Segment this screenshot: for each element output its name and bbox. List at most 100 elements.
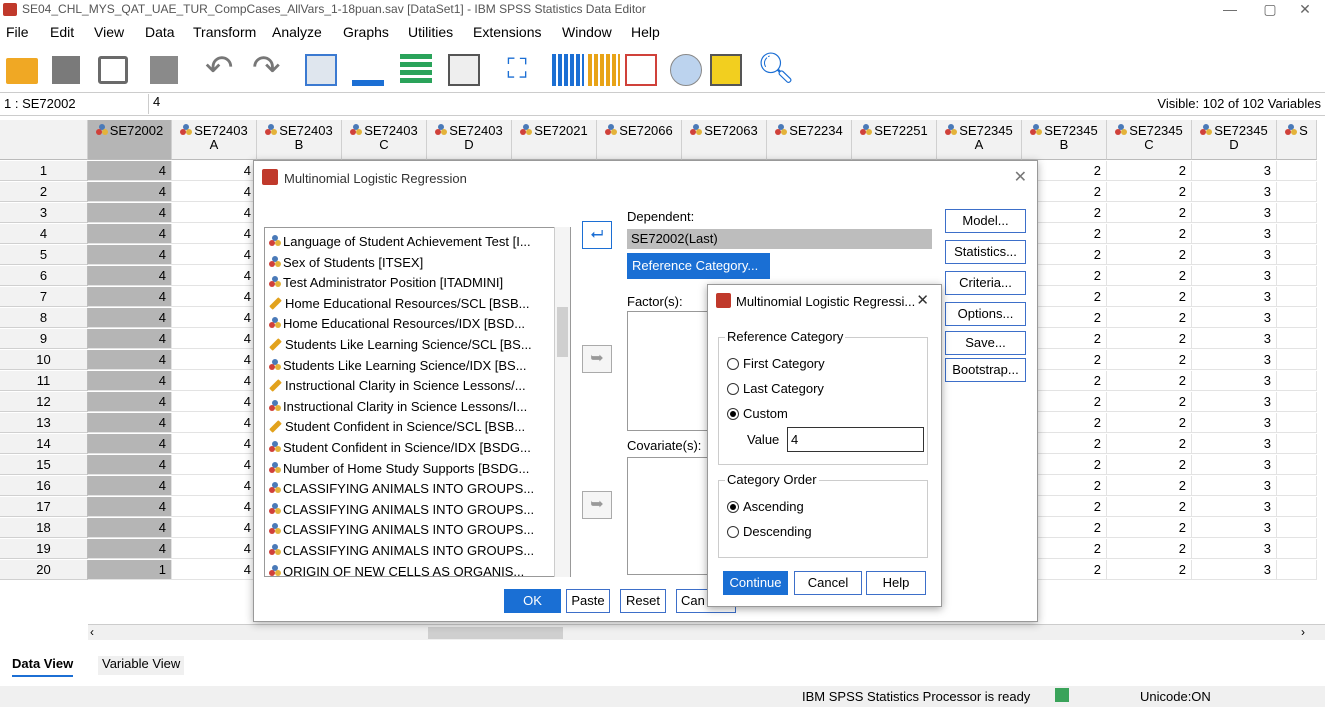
table-cell[interactable] bbox=[1277, 203, 1317, 223]
select-cases-icon[interactable] bbox=[588, 54, 620, 86]
row-header[interactable]: 19 bbox=[0, 539, 88, 559]
table-cell[interactable] bbox=[1277, 329, 1317, 349]
table-cell[interactable]: 2 bbox=[1107, 455, 1192, 475]
minimize-button[interactable]: — bbox=[1210, 0, 1250, 20]
table-cell[interactable]: 2 bbox=[1107, 287, 1192, 307]
custom-value-input[interactable]: 4 bbox=[787, 427, 924, 452]
move-to-covariate-arrow-icon[interactable]: ➥ bbox=[582, 491, 612, 519]
table-cell[interactable]: 4 bbox=[172, 560, 257, 580]
list-item[interactable]: Student Confident in Science/IDX [BSDG..… bbox=[269, 440, 531, 455]
column-header[interactable]: S bbox=[1277, 120, 1317, 160]
row-header[interactable]: 9 bbox=[0, 329, 88, 349]
row-header[interactable]: 2 bbox=[0, 182, 88, 202]
table-cell[interactable]: 4 bbox=[88, 182, 172, 202]
table-cell[interactable]: 4 bbox=[88, 434, 172, 454]
table-cell[interactable] bbox=[1277, 560, 1317, 580]
list-item[interactable]: CLASSIFYING ANIMALS INTO GROUPS... bbox=[269, 543, 534, 558]
menu-analyze[interactable]: Analyze bbox=[272, 24, 322, 40]
table-cell[interactable]: 4 bbox=[88, 287, 172, 307]
menu-utilities[interactable]: Utilities bbox=[408, 24, 453, 40]
table-cell[interactable]: 4 bbox=[172, 266, 257, 286]
list-item[interactable]: CLASSIFYING ANIMALS INTO GROUPS... bbox=[269, 481, 534, 496]
table-cell[interactable]: 3 bbox=[1192, 455, 1277, 475]
table-cell[interactable]: 1 bbox=[88, 560, 172, 580]
table-cell[interactable]: 4 bbox=[172, 308, 257, 328]
table-cell[interactable]: 3 bbox=[1192, 518, 1277, 538]
table-cell[interactable] bbox=[1277, 350, 1317, 370]
table-cell[interactable]: 4 bbox=[172, 329, 257, 349]
table-cell[interactable]: 4 bbox=[172, 434, 257, 454]
list-item[interactable]: Instructional Clarity in Science Lessons… bbox=[269, 378, 526, 393]
column-header[interactable]: SE72403 D bbox=[427, 120, 512, 160]
cell-value-editor[interactable]: 4 bbox=[148, 94, 1138, 114]
redo-icon[interactable]: ↷ bbox=[252, 51, 286, 86]
table-cell[interactable]: 2 bbox=[1107, 182, 1192, 202]
table-cell[interactable] bbox=[1277, 182, 1317, 202]
table-cell[interactable] bbox=[1277, 224, 1317, 244]
table-cell[interactable]: 3 bbox=[1192, 539, 1277, 559]
table-cell[interactable] bbox=[1277, 413, 1317, 433]
table-cell[interactable]: 4 bbox=[172, 350, 257, 370]
row-header[interactable]: 5 bbox=[0, 245, 88, 265]
table-cell[interactable]: 2 bbox=[1107, 539, 1192, 559]
find-binoculars-icon[interactable]: ⛶ bbox=[500, 54, 534, 86]
list-item[interactable]: ORIGIN OF NEW CELLS AS ORGANIS... bbox=[269, 564, 524, 576]
table-cell[interactable]: 3 bbox=[1192, 350, 1277, 370]
list-item[interactable]: Students Like Learning Science/SCL [BS..… bbox=[269, 337, 532, 352]
column-header[interactable]: SE72345 B bbox=[1022, 120, 1107, 160]
column-header[interactable]: SE72345 A bbox=[937, 120, 1022, 160]
table-cell[interactable]: 4 bbox=[88, 329, 172, 349]
table-cell[interactable]: 4 bbox=[172, 287, 257, 307]
table-cell[interactable]: 4 bbox=[172, 161, 257, 181]
table-cell[interactable]: 3 bbox=[1192, 560, 1277, 580]
table-cell[interactable]: 3 bbox=[1192, 161, 1277, 181]
menu-view[interactable]: View bbox=[94, 24, 124, 40]
table-cell[interactable]: 3 bbox=[1192, 266, 1277, 286]
bootstrap-button[interactable]: Bootstrap... bbox=[945, 358, 1026, 382]
table-cell[interactable] bbox=[1277, 476, 1317, 496]
table-cell[interactable]: 3 bbox=[1192, 287, 1277, 307]
table-cell[interactable]: 3 bbox=[1192, 392, 1277, 412]
table-cell[interactable]: 3 bbox=[1192, 203, 1277, 223]
menu-data[interactable]: Data bbox=[145, 24, 175, 40]
table-cell[interactable]: 4 bbox=[88, 392, 172, 412]
column-header[interactable]: SE72251 bbox=[852, 120, 937, 160]
value-labels-icon[interactable] bbox=[625, 54, 657, 86]
row-header[interactable]: 7 bbox=[0, 287, 88, 307]
row-header[interactable]: 18 bbox=[0, 518, 88, 538]
covariates-list[interactable] bbox=[627, 457, 712, 575]
table-cell[interactable]: 3 bbox=[1192, 224, 1277, 244]
table-cell[interactable]: 2 bbox=[1107, 161, 1192, 181]
table-cell[interactable] bbox=[1277, 245, 1317, 265]
ascending-radio[interactable]: Ascending bbox=[727, 499, 804, 514]
print-icon[interactable] bbox=[98, 56, 128, 84]
table-cell[interactable]: 4 bbox=[88, 161, 172, 181]
table-cell[interactable] bbox=[1277, 497, 1317, 517]
table-cell[interactable]: 4 bbox=[88, 245, 172, 265]
dependent-field[interactable]: SE72002(Last) bbox=[627, 229, 932, 249]
row-header[interactable]: 6 bbox=[0, 266, 88, 286]
column-header[interactable]: SE72403 A bbox=[172, 120, 257, 160]
table-cell[interactable] bbox=[1277, 371, 1317, 391]
reference-category-button[interactable]: Reference Category... bbox=[627, 253, 770, 279]
menu-transform[interactable]: Transform bbox=[193, 24, 256, 40]
table-cell[interactable]: 4 bbox=[172, 224, 257, 244]
table-cell[interactable]: 4 bbox=[172, 203, 257, 223]
maximize-button[interactable]: ▢ bbox=[1250, 0, 1290, 20]
table-cell[interactable] bbox=[1277, 539, 1317, 559]
table-cell[interactable] bbox=[1277, 434, 1317, 454]
table-cell[interactable]: 4 bbox=[88, 539, 172, 559]
table-cell[interactable]: 4 bbox=[172, 413, 257, 433]
list-item[interactable]: Home Educational Resources/IDX [BSD... bbox=[269, 316, 525, 331]
goto-variable-icon[interactable] bbox=[352, 54, 384, 86]
table-cell[interactable]: 2 bbox=[1107, 518, 1192, 538]
paste-button[interactable]: Paste bbox=[566, 589, 610, 613]
row-header[interactable]: 11 bbox=[0, 371, 88, 391]
column-header[interactable]: SE72021 bbox=[512, 120, 597, 160]
table-cell[interactable]: 2 bbox=[1107, 224, 1192, 244]
table-cell[interactable]: 2 bbox=[1107, 392, 1192, 412]
row-header[interactable]: 20 bbox=[0, 560, 88, 580]
table-cell[interactable]: 4 bbox=[172, 392, 257, 412]
variable-list-scrollbar[interactable] bbox=[554, 227, 570, 577]
table-cell[interactable] bbox=[1277, 161, 1317, 181]
